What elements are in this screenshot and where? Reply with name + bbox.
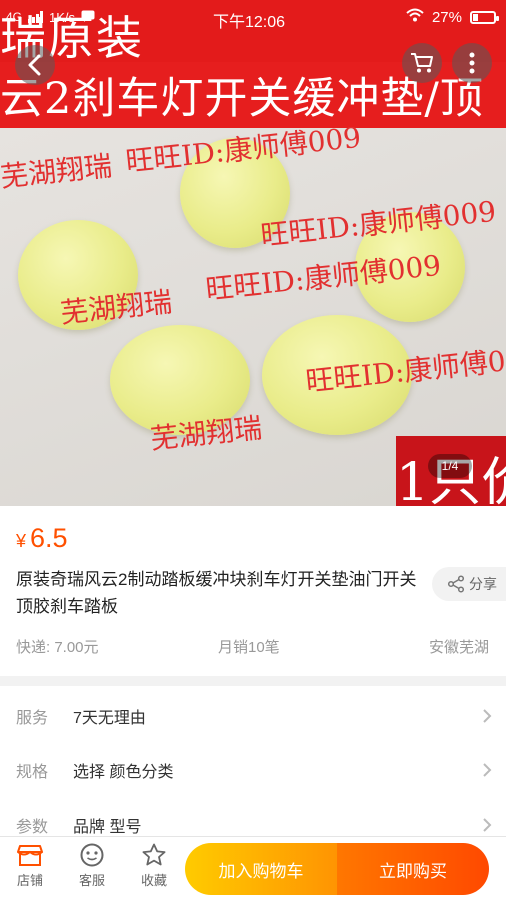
favorite-label: 收藏 — [140, 873, 167, 888]
battery-icon — [470, 10, 499, 24]
service-icon — [80, 843, 104, 867]
status-bar: 4G 1K/s 下午12:06 27% — [0, 0, 506, 34]
battery-percent: 27% — [431, 8, 462, 26]
spec-list: 服务 7天无理由 规格 选择 颜色分类 参数 品牌 型号 — [0, 686, 506, 846]
chevron-right-icon — [483, 709, 492, 723]
spec-row-service[interactable]: 服务 7天无理由 — [0, 689, 506, 743]
buy-now-button[interactable]: 立即购买 — [337, 843, 489, 895]
chevron-right-icon — [483, 763, 492, 777]
chevron-right-icon — [483, 818, 492, 832]
bottom-action-bar: 店铺 客服 收藏 加入购物车 立即购买 — [0, 836, 506, 900]
product-detail-page: 瑞原装 云2刹车灯开关缓冲垫/顶 芜湖翔瑞 旺旺ID:康师傅009 旺旺ID:康… — [0, 0, 506, 900]
status-time: 下午12:06 — [213, 14, 286, 31]
spec-value: 选择 颜色分类 — [73, 764, 174, 781]
network-speed: 1K/s — [49, 9, 76, 25]
wifi-icon — [406, 8, 424, 26]
signal-icon — [28, 11, 44, 23]
favorite-button[interactable]: 收藏 — [132, 843, 176, 889]
currency-symbol: ¥ — [16, 531, 27, 551]
shipping-fee: 快递: 7.00元 — [16, 639, 99, 656]
message-icon — [81, 9, 95, 25]
more-button[interactable] — [452, 43, 492, 83]
add-to-cart-button[interactable]: 加入购物车 — [185, 843, 337, 895]
cart-icon — [411, 53, 433, 73]
image-watermark: 芜湖翔瑞 — [0, 149, 114, 194]
spec-label: 服务 — [16, 710, 49, 727]
customer-service-button[interactable]: 客服 — [70, 843, 114, 889]
spec-value: 7天无理由 — [73, 710, 146, 727]
product-title: 原装奇瑞风云2制动踏板缓冲块刹车灯开关垫油门开关顶胶刹车踏板 — [16, 570, 417, 616]
shop-icon — [17, 845, 43, 866]
cart-button[interactable] — [402, 43, 442, 83]
spec-row-spec[interactable]: 规格 选择 颜色分类 — [0, 743, 506, 797]
product-info: ¥ 6.5 原装奇瑞风云2制动踏板缓冲块刹车灯开关垫油门开关顶胶刹车踏板 分享 … — [0, 506, 506, 676]
share-button[interactable]: 分享 — [432, 567, 506, 601]
seller-location: 安徽芜湖 — [428, 639, 489, 656]
price-value: 6.5 — [30, 523, 68, 553]
image-pager: 1/4 — [428, 454, 472, 478]
back-button[interactable] — [15, 45, 55, 85]
spec-label: 规格 — [16, 764, 49, 781]
spec-value: 品牌 型号 — [73, 819, 142, 836]
chevron-left-icon — [28, 54, 41, 76]
more-vertical-icon — [469, 52, 475, 74]
share-icon — [447, 575, 465, 593]
share-label: 分享 — [469, 577, 497, 593]
spec-label: 参数 — [16, 819, 49, 836]
shop-button[interactable]: 店铺 — [8, 843, 52, 889]
service-label: 客服 — [78, 873, 105, 888]
price: ¥ 6.5 — [16, 523, 68, 554]
network-type: 4G — [6, 10, 23, 24]
monthly-sales: 月销10笔 — [218, 639, 280, 656]
shop-label: 店铺 — [16, 873, 43, 888]
star-icon — [142, 843, 166, 866]
